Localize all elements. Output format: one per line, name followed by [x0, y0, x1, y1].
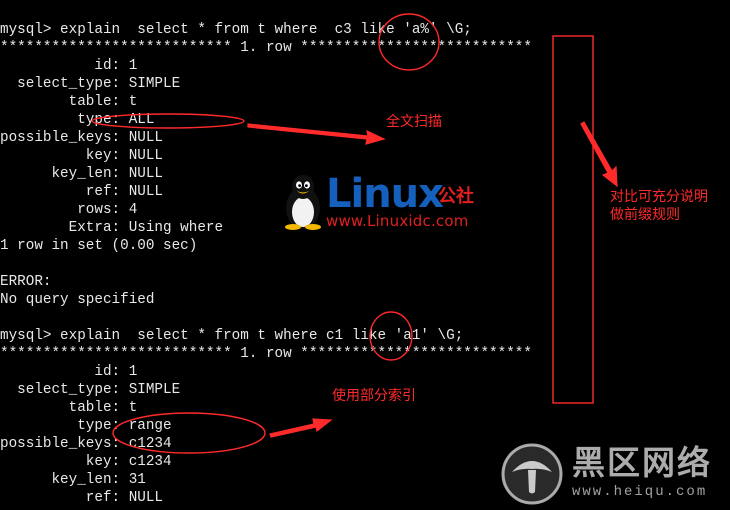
- terminal-line: id: 1: [0, 58, 138, 74]
- terminal-line: rows: 4: [0, 202, 138, 218]
- annotation-partial-index: 使用部分索引: [332, 388, 416, 404]
- terminal-line: ref: NULL: [0, 184, 164, 200]
- terminal-line: possible_keys: NULL: [0, 130, 164, 146]
- watermark-url: www.heiqu.com: [572, 484, 708, 500]
- terminal-line: key_len: 31: [0, 472, 146, 488]
- annotation-compare-line1: 对比可充分说明: [610, 189, 708, 205]
- linuxidc-logo: Linux 公社 www.Linuxidc.com: [280, 172, 510, 232]
- mushroom-logo-icon: [501, 443, 563, 505]
- logo-word: Linux: [326, 171, 444, 217]
- terminal-line: ERROR:: [0, 274, 52, 290]
- terminal-line: key_len: NULL: [0, 166, 164, 182]
- terminal-line: 1 row in set (0.00 sec): [0, 238, 198, 254]
- logo-url: www.Linuxidc.com: [326, 212, 469, 230]
- annotation-compare-line2: 做前缀规则: [610, 207, 680, 223]
- terminal-line: mysql> explain select * from t where c1 …: [0, 328, 464, 344]
- terminal-line: select_type: SIMPLE: [0, 382, 181, 398]
- watermark-word: 黑区网络: [572, 443, 712, 482]
- tux-penguin-icon: [285, 175, 321, 230]
- terminal-line: No query specified: [0, 292, 155, 308]
- terminal-line: *************************** 1. row *****…: [0, 40, 532, 56]
- terminal-line: *************************** 1. row *****…: [0, 346, 532, 362]
- terminal-line: key: NULL: [0, 148, 164, 164]
- terminal-output: mysql> explain select * from t where c3 …: [0, 0, 730, 510]
- terminal-line: ref: NULL: [0, 490, 164, 506]
- terminal-line: type: ALL: [0, 112, 155, 128]
- logo-suffix: 公社: [438, 186, 474, 207]
- terminal-line: Extra: Using where: [0, 220, 224, 236]
- heiqu-watermark: 黑区网络 www.heiqu.com: [498, 440, 730, 510]
- terminal-line: table: t: [0, 400, 138, 416]
- terminal-line: possible_keys: c1234: [0, 436, 172, 452]
- terminal-line: select_type: SIMPLE: [0, 76, 181, 92]
- annotation-full-scan: 全文扫描: [386, 114, 442, 130]
- terminal-line: mysql> explain select * from t where c3 …: [0, 22, 472, 38]
- terminal-line: key: c1234: [0, 454, 172, 470]
- terminal-line: type: range: [0, 418, 172, 434]
- terminal-line: table: t: [0, 94, 138, 110]
- terminal-line: id: 1: [0, 364, 138, 380]
